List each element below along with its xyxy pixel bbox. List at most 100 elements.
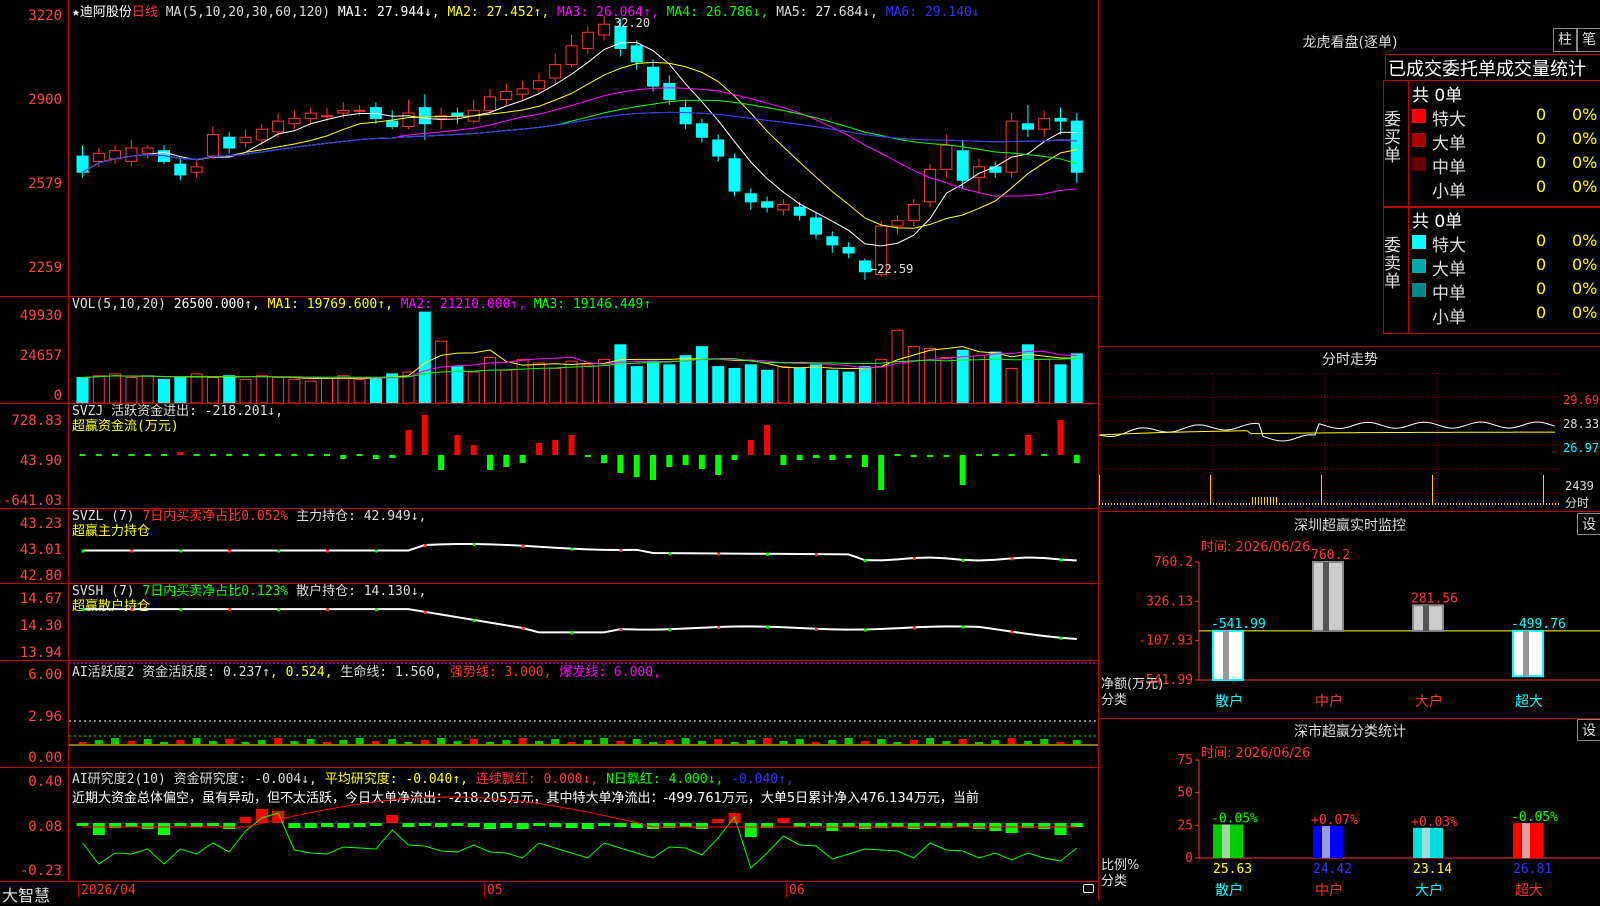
activity-bar <box>257 740 266 744</box>
intraday-volume-bar <box>1459 503 1460 505</box>
flow-bar <box>943 455 950 457</box>
candle-body <box>223 136 236 149</box>
activity-bar <box>1007 738 1016 744</box>
intraday-volume-bar <box>1396 503 1397 505</box>
intraday-volume-bar <box>1558 503 1559 505</box>
svsh-pane[interactable]: 14.67 14.30 13.94 SVSH (7) 7日内买卖净占比0.123… <box>0 583 1098 661</box>
candle-body <box>647 66 659 87</box>
research-bar <box>598 823 611 826</box>
kline-pane[interactable]: 3220 2900 2579 2259 ★迪阿股份日线 MA(5,10,20,3… <box>0 0 1098 297</box>
order-size-label: 小单 <box>1432 308 1466 328</box>
intraday-volume-bar <box>1183 503 1184 505</box>
ai-activity-pane[interactable]: 6.00 2.96 0.00 AI活跃度2 资金活跃度: 0.237↑, 0.5… <box>0 660 1098 768</box>
intraday-volume-bar <box>1495 503 1496 505</box>
volume-bar <box>206 377 219 403</box>
intraday-volume-bar <box>1546 503 1547 505</box>
activity-bar <box>420 740 429 744</box>
candle-body <box>141 147 154 154</box>
holding-marker <box>326 608 329 612</box>
order-count: 0 <box>1536 129 1547 148</box>
research-green-line <box>82 812 1078 869</box>
intraday-volume-bar <box>1120 503 1121 505</box>
intraday-volume-bar <box>1438 503 1439 505</box>
intraday-volume-bar <box>1483 503 1484 505</box>
legend-swatch <box>1412 283 1426 297</box>
svzl-pane[interactable]: 43.23 43.01 42.80 SVZL (7) 7日内买卖净占比0.052… <box>0 508 1098 584</box>
intraday-volume-bar <box>1450 503 1451 505</box>
intraday-volume-bar <box>1213 503 1214 505</box>
activity-bar <box>339 740 348 744</box>
capital-flow-bars[interactable] <box>69 403 1098 508</box>
volume-bar <box>190 373 203 403</box>
holding-marker <box>130 608 134 612</box>
intraday-volume-bar <box>1204 503 1205 505</box>
activity-bar <box>795 739 804 744</box>
stat-tabs[interactable]: 已成交委托单成交量统计 <box>1385 54 1600 79</box>
order-count: 0 <box>1536 177 1547 196</box>
intraday-volume-bar <box>1126 503 1127 505</box>
flow-bar <box>584 455 591 457</box>
ai-activity-chart[interactable] <box>69 660 1098 767</box>
intraday-tick: 26.97 <box>1563 441 1600 455</box>
ai-research-pane[interactable]: 0.40 0.08 -0.23 AI研究度2(10) 资金研究度: -0.004… <box>0 767 1098 882</box>
intraday-volume-bar <box>1372 503 1373 505</box>
volume-bars[interactable] <box>69 296 1098 403</box>
lock-icon[interactable] <box>1083 884 1094 893</box>
intraday-volume-bar <box>1195 503 1196 505</box>
research-bar <box>125 823 138 827</box>
flow-bar <box>845 455 852 458</box>
candle-body <box>728 158 741 192</box>
classify-category-label: 散户 <box>1215 882 1243 899</box>
holding-marker <box>717 626 721 630</box>
tick-view-button[interactable]: 笔 <box>1577 28 1600 52</box>
research-bar <box>76 823 89 826</box>
holding-marker <box>228 608 232 612</box>
intraday-volume-bar <box>1336 503 1337 505</box>
intraday-volume-bar <box>1324 503 1325 505</box>
research-bar <box>418 823 431 826</box>
monitor-axis-label: -107.93 <box>1138 634 1193 649</box>
intraday-volume-bar <box>1414 503 1415 505</box>
holding-marker <box>228 549 232 553</box>
activity-bar <box>649 742 657 744</box>
flow-tick <box>112 454 119 456</box>
dragon-title: 龙虎看盘(逐单) <box>1302 35 1398 51</box>
retail-holding-line[interactable] <box>69 583 1098 660</box>
net-amount-bar-chart[interactable]: 760.2326.13-107.93-541.99-541.99散户760.2中… <box>1099 510 1600 718</box>
candle-body <box>516 88 529 95</box>
candlestick-chart[interactable] <box>69 0 1098 296</box>
sell-label: 委卖单 <box>1384 236 1401 292</box>
candle-body <box>369 107 382 119</box>
flow-tick <box>894 454 901 456</box>
holding-marker <box>668 628 672 632</box>
volume-bar <box>451 366 464 403</box>
research-bar <box>924 823 937 826</box>
holding-marker <box>81 608 85 612</box>
volume-bar <box>940 357 953 403</box>
intraday-volume-bar <box>1441 503 1442 505</box>
classify-bar-shade <box>1522 822 1530 858</box>
flow-bar <box>1024 435 1031 455</box>
volume-pane[interactable]: 49930 24657 0 VOL(5,10,20) 26500.000↑, M… <box>0 296 1098 404</box>
main-holding-line[interactable] <box>69 508 1098 583</box>
candle-body <box>206 134 219 157</box>
order-size-label: 中单 <box>1432 158 1466 178</box>
ratio-bar-chart[interactable]: 75 50 25 0 -0.05% 25.63 散户 +0.07% 24.42 中户 +0.03% 2… <box>1099 718 1600 900</box>
intraday-volume-bar <box>1432 475 1433 505</box>
svzj-pane[interactable]: 728.83 43.90 -641.03 SVZJ 活跃资金进出: -218.2… <box>0 403 1098 509</box>
research-bar <box>402 823 415 827</box>
holding-marker <box>717 552 721 556</box>
intraday-chart[interactable] <box>1099 373 1600 511</box>
intraday-volume-bar <box>1222 503 1223 505</box>
holding-marker <box>1059 558 1063 562</box>
bar-view-button[interactable]: 柱 <box>1553 28 1577 52</box>
ai-research-chart[interactable] <box>69 767 1098 881</box>
intraday-volume-bar <box>1498 503 1499 505</box>
research-bar <box>190 823 203 827</box>
activity-bar <box>812 742 820 744</box>
intraday-panel[interactable]: 分时走势 29.69 28.33 26.97 2439 分时 <box>1098 346 1600 512</box>
holding-marker <box>766 552 770 556</box>
volume-bar <box>484 357 496 403</box>
candle-body <box>272 120 285 133</box>
volume-bar <box>92 375 105 403</box>
